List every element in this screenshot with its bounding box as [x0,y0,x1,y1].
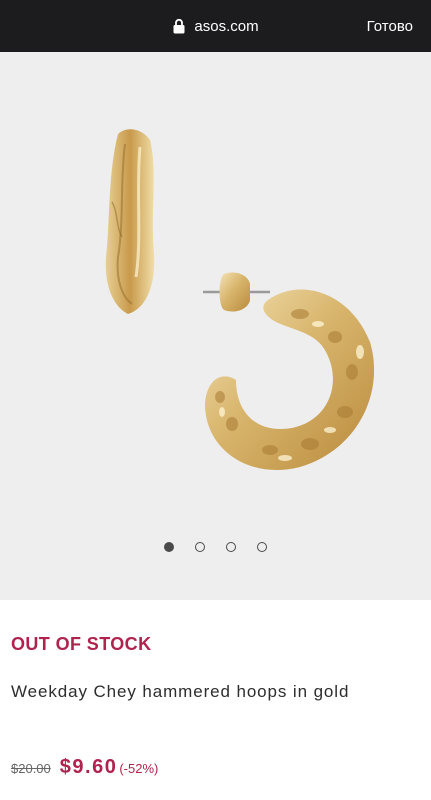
carousel-dot-4[interactable] [257,542,267,552]
carousel-dot-3[interactable] [226,542,236,552]
carousel-dot-2[interactable] [195,542,205,552]
original-price: $20.00 [11,761,51,776]
product-title: Weekday Chey hammered hoops in gold [11,682,350,701]
carousel-dots [0,542,431,552]
stock-status: OUT OF STOCK [11,634,152,654]
product-info: OUT OF STOCK Weekday Chey hammered hoops… [0,600,431,800]
gold-hoop-earrings-photo [0,52,431,600]
price-row: $20.00 $9.60 (-52%) [11,756,158,779]
sale-price: $9.60 [59,756,118,778]
done-button[interactable]: Готово [367,0,413,52]
product-image-gallery[interactable] [0,52,431,600]
browser-top-bar: asos.com Готово [0,0,431,52]
url-text: asos.com [194,17,259,35]
lock-icon [173,18,185,34]
carousel-dot-1[interactable] [164,542,174,552]
discount-label: (-52%) [119,761,159,776]
